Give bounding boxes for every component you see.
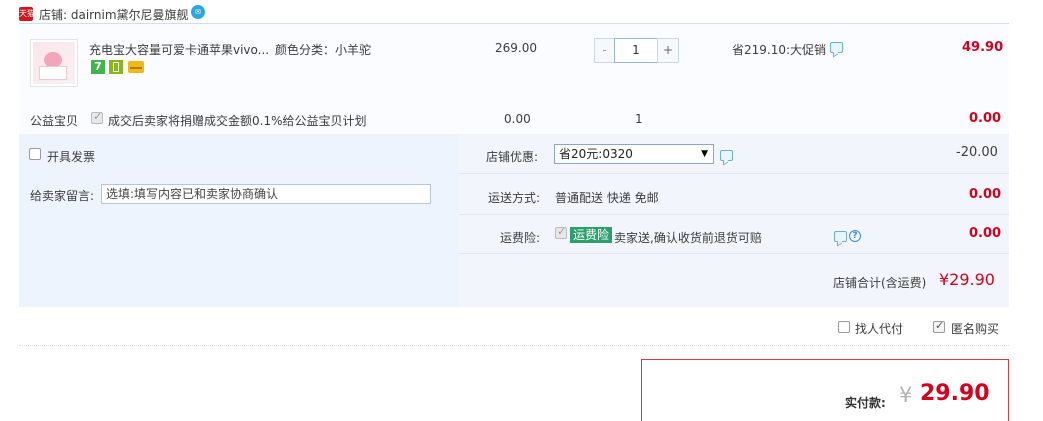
quantity-decrease-button[interactable]: - [594,38,615,63]
credit-card-icon[interactable] [128,61,144,73]
shop-total-amount: ¥29.90 [939,270,995,289]
insurance-amount: 0.00 [969,226,1002,241]
anonymous-label[interactable]: 匿名购买 [951,320,999,337]
charity-qty: 1 [635,112,643,126]
charity-checkbox [91,110,103,124]
product-sku: 颜色分类：小羊驼 [275,43,372,57]
charity-price: 0.00 [504,112,531,126]
wangwang-chat-icon[interactable]: ✉ [191,5,205,19]
promotion-text: 省219.10:大促销 [732,43,827,57]
invoice-label[interactable]: 开具发票 [47,148,95,165]
shipping-method: 普通配送 快递 免邮 [555,191,659,205]
product-title-link[interactable]: 充电宝大容量可爱卡通苹果vivo... [89,41,269,58]
charity-description: 成交后卖家将捐赠成交金额0.1%给公益宝贝计划 [108,114,367,128]
charity-subtotal: 0.00 [969,111,1002,126]
insurance-badge: 运费险 [570,227,613,243]
payment-label: 实付款: [845,396,886,410]
divider [19,345,1009,346]
invoice-checkbox[interactable] [29,148,41,160]
power-bank-icon[interactable] [109,60,123,74]
item-subtotal: 49.90 [962,40,1004,55]
divider [459,253,1009,254]
unit-price: 269.00 [495,41,537,55]
shop-discount-select[interactable]: 省20元:0320 ▼ [554,144,714,164]
proxy-pay-checkbox[interactable] [838,321,850,333]
divider [459,214,1009,215]
anonymous-checkbox[interactable] [933,319,945,333]
discount-amount: -20.00 [956,145,998,160]
insurance-checkbox [555,225,567,239]
insurance-label: 运费险: [500,231,541,245]
tmall-icon: 天猫 [19,7,35,21]
shop-discount-label: 店铺优惠: [486,150,539,164]
insurance-description: 卖家送,确认收货前退货可赔 [614,231,762,245]
promotion-info-icon[interactable] [830,42,843,53]
payment-currency: ¥ [899,383,913,407]
shipping-label: 运送方式: [488,191,541,205]
quantity-input[interactable]: 1 [614,38,658,63]
help-icon[interactable]: ? [849,230,861,242]
message-label: 给卖家留言: [30,189,95,203]
proxy-pay-label[interactable]: 找人代付 [855,320,903,337]
divider [459,173,1009,174]
product-thumbnail[interactable] [30,39,78,87]
insurance-chat-icon[interactable] [834,231,847,242]
seven-day-return-icon[interactable]: 7 [91,60,105,74]
chevron-down-icon: ▼ [701,149,708,159]
shop-total-label: 店铺合计(含运费) [833,276,927,290]
shipping-amount: 0.00 [969,187,1002,202]
quantity-increase-button[interactable]: + [657,38,679,63]
shop-name-link[interactable]: 店铺: dairnim黛尔尼曼旗舰 [39,6,189,23]
shop-discount-selected: 省20元:0320 [559,147,633,161]
charity-label: 公益宝贝 [30,114,79,128]
seller-message-input[interactable]: 选填:填写内容已和卖家协商确认 [101,184,431,204]
discount-info-icon[interactable] [720,150,733,161]
shop-options-column [459,134,1009,307]
payment-amount: 29.90 [920,381,990,406]
